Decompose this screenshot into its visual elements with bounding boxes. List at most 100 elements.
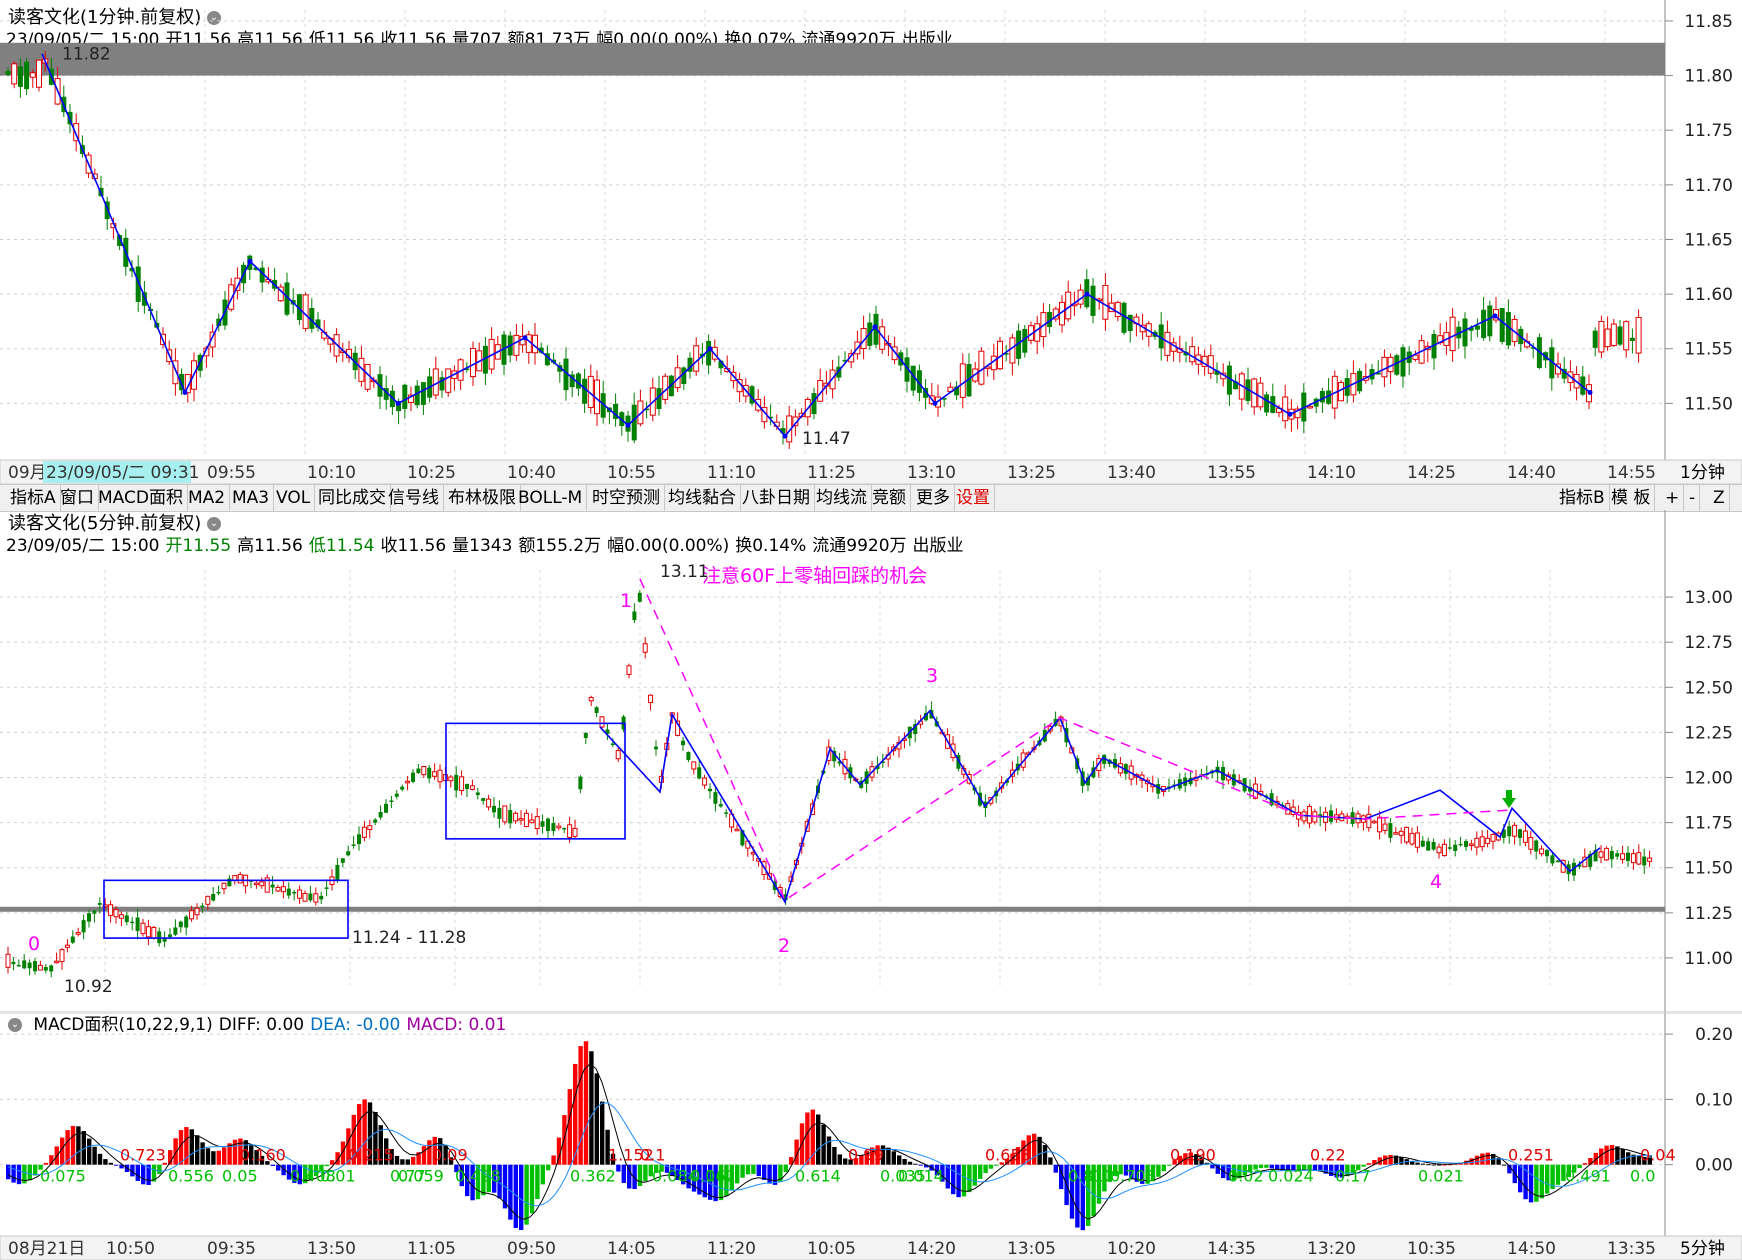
candle-body bbox=[1642, 856, 1647, 866]
dashed-trend-line bbox=[639, 578, 1513, 902]
toolbar-item-12[interactable]: 八卦日期 bbox=[738, 485, 815, 511]
y-tick-label: 13.00 bbox=[1684, 588, 1733, 608]
candle-body bbox=[124, 915, 129, 923]
candle-body bbox=[1371, 820, 1377, 824]
y-tick-label: 11.75 bbox=[1684, 814, 1733, 834]
macd-bar bbox=[1048, 1157, 1053, 1165]
macd-bar bbox=[567, 1089, 572, 1165]
macd-area-label: 0.0 bbox=[1630, 1167, 1655, 1186]
candle-body bbox=[1617, 326, 1623, 345]
low-price-label: 10.92 bbox=[64, 977, 113, 997]
time-axis-label: 10:05 bbox=[807, 1239, 856, 1259]
toolbar-item-16[interactable]: 设置 bbox=[952, 485, 995, 511]
toolbar-right-item-0[interactable]: 指标B bbox=[1555, 485, 1610, 511]
candle-body bbox=[280, 886, 286, 893]
trend-arrow-head bbox=[1492, 313, 1498, 319]
macd-bar bbox=[1469, 1158, 1474, 1165]
macd-bar bbox=[891, 1151, 896, 1165]
macd-bar bbox=[1053, 1164, 1058, 1173]
toolbar-item-5[interactable]: VOL bbox=[272, 485, 316, 511]
toolbar-item-3[interactable]: MA2 bbox=[184, 485, 231, 511]
candle-body bbox=[319, 895, 324, 900]
toolbar-item-6[interactable]: 同比成交 bbox=[314, 485, 391, 511]
minute-kline-chart[interactable]: 11.85 11.80 11.75 11.70 11.65 11.60 11.55 11.50… bbox=[0, 0, 1742, 484]
candle-body bbox=[29, 72, 36, 78]
time-axis-label: 13:35 bbox=[1607, 1239, 1656, 1259]
candle-body bbox=[216, 891, 221, 894]
candle-body bbox=[610, 743, 615, 746]
toolbar-right-item-2[interactable]: + bbox=[1661, 485, 1685, 511]
toolbar-item-13[interactable]: 均线流 bbox=[812, 485, 872, 511]
macd-bar bbox=[1609, 1144, 1615, 1165]
toolbar-right-item-3[interactable]: - bbox=[1685, 485, 1701, 511]
candle-body bbox=[734, 828, 740, 832]
candle-body bbox=[1598, 320, 1605, 353]
candle-body bbox=[11, 63, 18, 85]
macd-bar bbox=[108, 1162, 113, 1165]
candle-body bbox=[459, 776, 465, 791]
toolbar-item-7[interactable]: 信号线 bbox=[384, 485, 444, 511]
candle-body bbox=[582, 378, 588, 404]
time-axis-label: 14:20 bbox=[907, 1239, 956, 1259]
toolbar-item-0[interactable]: 指标A bbox=[6, 485, 61, 511]
candle-body bbox=[567, 824, 573, 838]
candle-body bbox=[335, 864, 340, 880]
macd-area-label: 0.190 bbox=[1170, 1146, 1216, 1165]
candle-body bbox=[432, 368, 439, 396]
time-axis-label: 09月 bbox=[8, 463, 47, 483]
candle-body bbox=[414, 385, 420, 406]
candle-body bbox=[308, 893, 313, 901]
candle-body bbox=[97, 903, 102, 905]
y-tick-label: 12.75 bbox=[1684, 633, 1733, 653]
trend-arrow-head bbox=[707, 346, 713, 352]
macd-area-label: 0.215 bbox=[348, 1146, 394, 1165]
candle-body bbox=[313, 893, 319, 903]
candle-body bbox=[1398, 830, 1404, 836]
candle-body bbox=[1464, 841, 1468, 847]
y-tick-label: 11.75 bbox=[1684, 121, 1733, 141]
toolbar-item-11[interactable]: 均线黏合 bbox=[664, 485, 741, 511]
macd-bar bbox=[427, 1140, 432, 1165]
time-axis-label: 10:40 bbox=[507, 463, 556, 483]
candle-body bbox=[1307, 405, 1313, 409]
toolbar-item-10[interactable]: 时空预测 bbox=[588, 485, 665, 511]
candle-body bbox=[22, 960, 27, 969]
macd-bar bbox=[751, 1164, 756, 1174]
candle-body bbox=[130, 921, 135, 924]
toolbar-right-item-4[interactable]: Z bbox=[1709, 485, 1730, 511]
five-minute-kline-chart[interactable]: 13.00 12.75 12.50 12.25 12.00 11.75 11.50 11.25… bbox=[0, 510, 1742, 1013]
macd-bar bbox=[913, 1163, 918, 1165]
candle-body bbox=[33, 961, 37, 972]
candle-body bbox=[259, 881, 265, 887]
macd-area-chart[interactable]: 0.200.100.000.0750.7230.556 0.050.1600.40… bbox=[0, 1013, 1742, 1260]
toolbar-item-2[interactable]: MACD面积 bbox=[94, 485, 188, 511]
candle-body bbox=[551, 823, 556, 832]
candle-body bbox=[113, 909, 119, 918]
candle-body bbox=[340, 858, 345, 863]
macd-bar bbox=[87, 1138, 92, 1165]
toolbar-item-4[interactable]: MA3 bbox=[228, 485, 275, 511]
candle-body bbox=[642, 643, 648, 653]
macd-bar bbox=[1480, 1153, 1485, 1165]
candle-body bbox=[1426, 841, 1431, 851]
macd-bar bbox=[27, 1164, 32, 1181]
toolbar-right-item-1[interactable]: 模 板 bbox=[1607, 485, 1656, 511]
toolbar-item-9[interactable]: BOLL-M bbox=[514, 485, 588, 511]
toolbar-item-15[interactable]: 更多 bbox=[912, 485, 955, 511]
toolbar-item-14[interactable]: 竞额 bbox=[868, 485, 911, 511]
candle-body bbox=[1604, 328, 1611, 348]
toolbar-item-8[interactable]: 布林极限 bbox=[444, 485, 521, 511]
trend-arrow-head bbox=[182, 389, 188, 395]
macd-bar bbox=[756, 1164, 761, 1177]
toolbar-item-1[interactable]: 窗口 bbox=[56, 485, 99, 511]
trend-arrow-head bbox=[872, 324, 878, 330]
time-axis-label: 11:25 bbox=[807, 463, 856, 483]
candle-body bbox=[454, 775, 459, 791]
macd-bar bbox=[222, 1147, 227, 1165]
time-axis-label: 08月21日 bbox=[8, 1239, 85, 1259]
candle-body bbox=[475, 792, 480, 796]
candle-body bbox=[470, 347, 476, 378]
candle-body bbox=[1400, 347, 1406, 377]
candle-body bbox=[81, 920, 86, 933]
candle-body bbox=[540, 821, 545, 827]
